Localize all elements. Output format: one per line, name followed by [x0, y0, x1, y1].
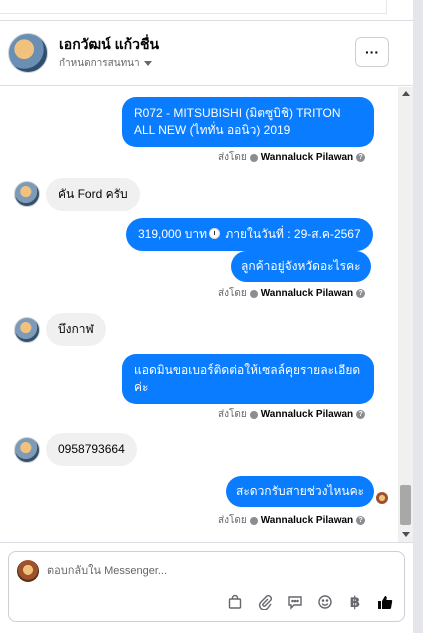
chat-bubble-icon[interactable]: [286, 593, 304, 611]
incoming-message[interactable]: คัน Ford ครับ: [46, 178, 140, 211]
sender-name: Wannaluck Pilawan: [260, 515, 354, 526]
incoming-message[interactable]: บึงกาฬ: [46, 313, 106, 346]
help-icon[interactable]: ?: [356, 410, 366, 419]
sender-name: Wannaluck Pilawan: [260, 152, 354, 163]
clock-icon: [208, 228, 220, 239]
outgoing-message[interactable]: ลูกค้าอยู่จังหวัดอะไรคะ: [231, 251, 371, 282]
contact-avatar-small[interactable]: [14, 437, 40, 463]
sent-by-label: ส่งโดย Wannaluck Pilawan ?: [218, 513, 366, 528]
thread-scrollbar[interactable]: [398, 87, 413, 542]
message-text: คัน Ford ครับ: [58, 187, 128, 201]
window-edge: [413, 0, 423, 633]
sent-by-label: ส่งโดย Wannaluck Pilawan ?: [218, 286, 366, 301]
baht-icon[interactable]: ฿: [346, 593, 364, 611]
sent-by-label: ส่งโดย Wannaluck Pilawan ?: [218, 150, 366, 165]
contact-avatar-small[interactable]: [14, 317, 40, 343]
page-icon: [249, 153, 258, 162]
outgoing-message[interactable]: แอดมินขอเบอร์ติดต่อให้เซลล์คุยรายละเอียด…: [122, 354, 374, 404]
contact-name[interactable]: เอกวัฒน์ แก้วชื่น: [59, 34, 159, 56]
composer-divider: [0, 542, 413, 543]
scroll-up-arrow-icon[interactable]: [402, 91, 410, 96]
messenger-panel: เอกวัฒน์ แก้วชื่น กำหนดการสนทนา ··· R072…: [0, 0, 413, 633]
page-icon: [249, 289, 258, 298]
message-text: ลูกค้าอยู่จังหวัดอะไรคะ: [241, 259, 361, 273]
sender-name: Wannaluck Pilawan: [260, 409, 354, 420]
emoji-icon[interactable]: [316, 593, 334, 611]
outgoing-message[interactable]: R072 - MITSUBISHI (มิตซูบิชิ) TRITON ALL…: [122, 97, 374, 147]
scrollbar-thumb[interactable]: [400, 485, 411, 525]
previous-content-edge: [0, 0, 387, 14]
conversation-status-label: กำหนดการสนทนา: [59, 58, 140, 69]
message-text: แอดมินขอเบอร์ติดต่อให้เซลล์คุยรายละเอียด…: [134, 363, 361, 394]
contact-avatar-small[interactable]: [14, 181, 40, 207]
seen-indicator-avatar: [376, 492, 388, 504]
thumbs-up-icon[interactable]: [376, 593, 394, 611]
sent-by-label: ส่งโดย Wannaluck Pilawan ?: [218, 407, 366, 422]
scroll-down-arrow-icon[interactable]: [402, 532, 410, 537]
message-text: บึงกาฬ: [58, 322, 94, 336]
sender-name: Wannaluck Pilawan: [260, 288, 354, 299]
message-text: 319,000 บาท: [138, 227, 207, 241]
bag-icon[interactable]: [226, 593, 244, 611]
incoming-message[interactable]: 0958793664: [46, 433, 137, 466]
outgoing-message[interactable]: 319,000 บาท ภายในวันที่ : 29-ส.ค-2567: [126, 218, 373, 251]
help-icon[interactable]: ?: [356, 153, 366, 162]
reply-composer: ฿: [8, 551, 405, 622]
message-text: สะดวกรับสายช่วงไหนคะ: [236, 484, 365, 498]
help-icon[interactable]: ?: [356, 516, 366, 525]
message-text: R072 - MITSUBISHI (มิตซูบิชิ) TRITON ALL…: [134, 106, 341, 137]
page-icon: [249, 516, 258, 525]
conversation-status-dropdown[interactable]: กำหนดการสนทนา: [59, 56, 152, 71]
message-thread[interactable]: R072 - MITSUBISHI (มิตซูบิชิ) TRITON ALL…: [0, 87, 413, 542]
page-avatar: [17, 560, 39, 582]
help-icon[interactable]: ?: [356, 289, 366, 298]
attach-icon[interactable]: [256, 593, 274, 611]
message-text: 0958793664: [58, 442, 125, 456]
message-text: ภายในวันที่ : 29-ส.ค-2567: [221, 227, 361, 241]
more-options-button[interactable]: ···: [355, 37, 389, 67]
outgoing-message[interactable]: สะดวกรับสายช่วงไหนคะ: [226, 476, 375, 507]
contact-avatar[interactable]: [8, 33, 48, 73]
composer-toolbar: ฿: [226, 593, 394, 611]
caret-down-icon: [143, 61, 152, 66]
reply-input[interactable]: [47, 562, 387, 580]
conversation-header: เอกวัฒน์ แก้วชื่น กำหนดการสนทนา ···: [0, 20, 413, 86]
page-icon: [249, 410, 258, 419]
